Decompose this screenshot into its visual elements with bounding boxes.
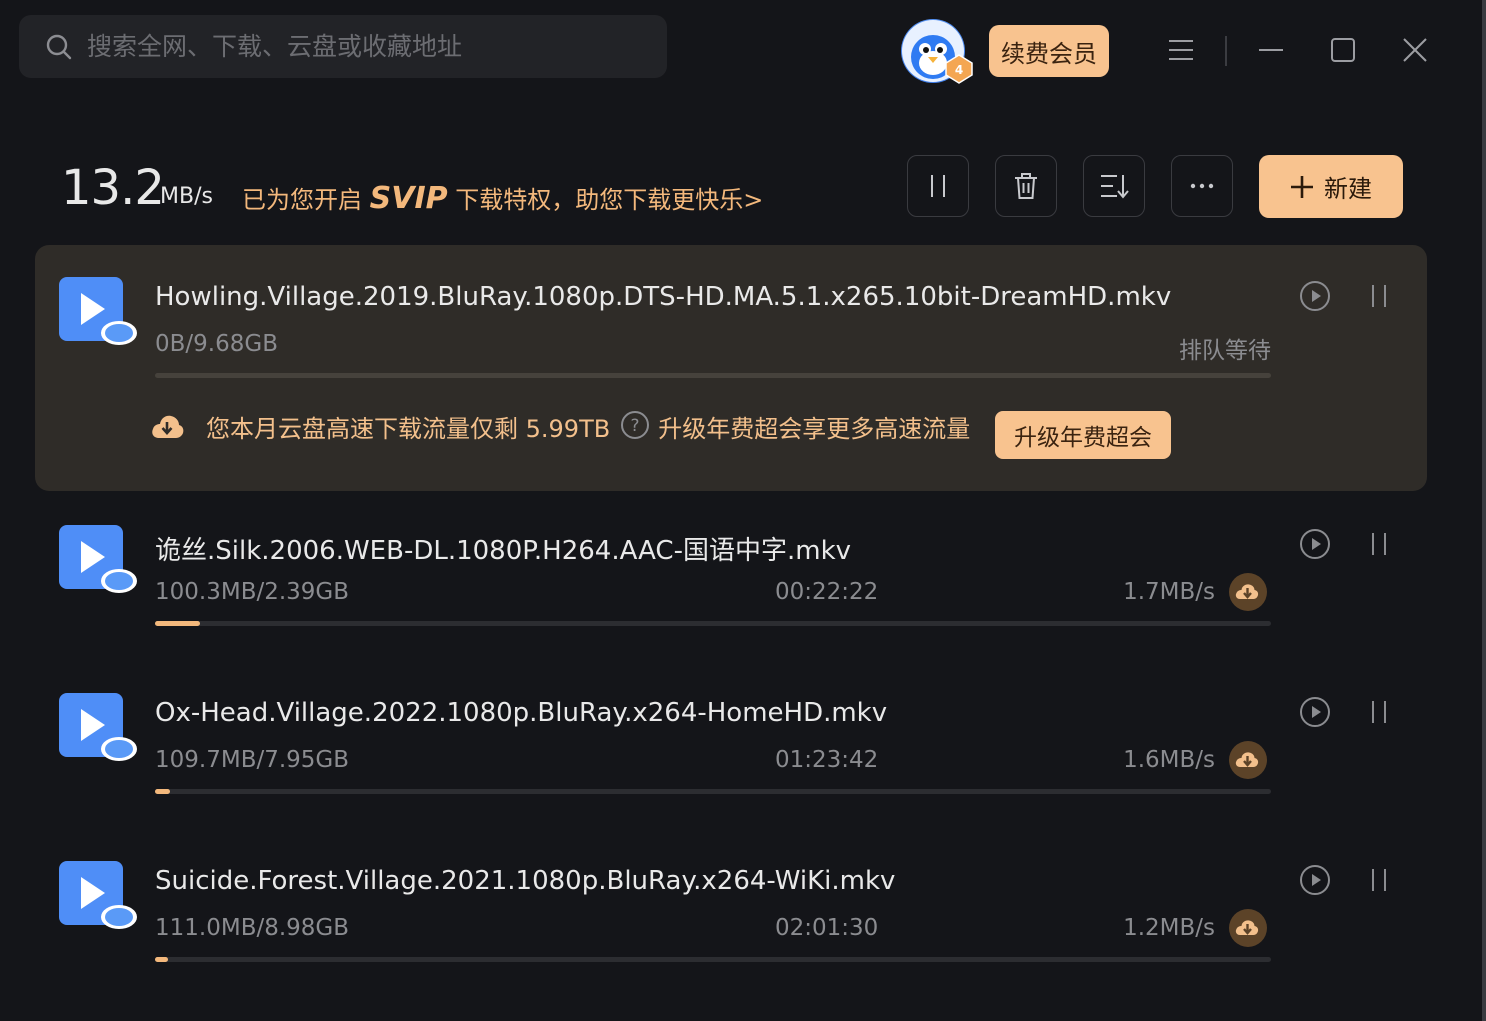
hamburger-menu-icon — [1169, 40, 1193, 60]
search-bar[interactable] — [19, 15, 667, 78]
minimize-icon — [1259, 49, 1283, 51]
pause-all-button[interactable] — [907, 155, 969, 217]
window-controls-divider — [1225, 36, 1227, 66]
menu-button[interactable] — [1161, 30, 1201, 70]
task-progress-bar — [155, 789, 1271, 794]
total-speed-value: 13.2 — [61, 160, 165, 216]
more-icon — [1190, 183, 1214, 189]
video-file-icon — [59, 693, 137, 761]
cloud-download-icon — [152, 415, 184, 438]
upgrade-annual-button[interactable]: 升级年费超会 — [995, 411, 1171, 459]
svip-suffix: 下载特权，助您下载更快乐> — [447, 186, 764, 214]
delete-button[interactable] — [995, 155, 1057, 217]
task-item[interactable]: Howling.Village.2019.BluRay.1080p.DTS-HD… — [35, 245, 1427, 491]
plus-icon — [1291, 175, 1313, 198]
video-file-icon — [59, 861, 137, 929]
maximize-icon — [1331, 38, 1355, 62]
search-icon — [46, 34, 72, 59]
task-progress-bar — [155, 621, 1271, 626]
play-icon — [1300, 529, 1330, 559]
play-icon — [1300, 865, 1330, 895]
pause-icon — [1372, 285, 1386, 307]
task-progress-bar — [155, 373, 1271, 378]
video-file-icon — [59, 525, 137, 593]
accelerated-download-icon — [1229, 909, 1267, 947]
svip-privilege-link[interactable]: 已为您开启 SVIP 下载特权，助您下载更快乐> — [242, 180, 763, 216]
task-remaining-time: 01:23:42 — [775, 747, 879, 773]
quota-text: 您本月云盘高速下载流量仅剩 5.99TB — [206, 415, 611, 443]
play-button[interactable] — [1295, 860, 1335, 900]
window-edge — [1482, 0, 1486, 1021]
task-remaining-time: 00:22:22 — [775, 579, 879, 605]
close-icon — [1403, 38, 1427, 62]
play-icon — [1300, 697, 1330, 727]
task-speed: 1.6MB/s — [1123, 747, 1215, 773]
task-size: 0B/9.68GB — [155, 331, 278, 357]
pause-button[interactable] — [1359, 692, 1399, 732]
play-button[interactable] — [1295, 692, 1335, 732]
vip-badge-icon: 4 — [944, 54, 974, 84]
task-progress-bar — [155, 957, 1271, 962]
maximize-button[interactable] — [1323, 30, 1363, 70]
task-size: 100.3MB/2.39GB — [155, 579, 350, 605]
help-icon[interactable]: ? — [620, 410, 650, 444]
search-input[interactable] — [85, 31, 629, 62]
play-button[interactable] — [1295, 524, 1335, 564]
task-speed: 1.2MB/s — [1123, 915, 1215, 941]
pause-icon — [1372, 869, 1386, 891]
task-remaining-time: 02:01:30 — [775, 915, 879, 941]
task-item[interactable]: Suicide.Forest.Village.2021.1080p.BluRay… — [35, 829, 1427, 997]
task-filename: 诡丝.Silk.2006.WEB-DL.1080P.H264.AAC-国语中字.… — [155, 536, 852, 566]
task-size: 109.7MB/7.95GB — [155, 747, 350, 773]
download-manager-window: 4 续费会员 13.2 MB/s 已为您开启 SVIP 下载特权，助您下载更快乐… — [0, 0, 1486, 1021]
pause-button[interactable] — [1359, 524, 1399, 564]
quota-upsell-text: 升级年费超会享更多高速流量 — [658, 415, 971, 443]
sort-icon — [1101, 175, 1129, 199]
pause-button[interactable] — [1359, 860, 1399, 900]
play-icon — [1300, 281, 1330, 311]
pause-icon — [1372, 701, 1386, 723]
task-progress-fill — [155, 621, 200, 626]
svg-text:?: ? — [631, 416, 640, 436]
accelerated-download-icon — [1229, 573, 1267, 611]
task-item[interactable]: 诡丝.Silk.2006.WEB-DL.1080P.H264.AAC-国语中字.… — [35, 493, 1427, 661]
trash-icon — [1015, 173, 1037, 199]
quota-notice: 您本月云盘高速下载流量仅剩 5.99TB ? 升级年费超会享更多高速流量 — [150, 409, 970, 444]
task-filename: Ox-Head.Village.2022.1080p.BluRay.x264-H… — [155, 698, 888, 728]
svip-word: SVIP — [369, 181, 448, 216]
svip-prefix: 已为您开启 — [242, 186, 370, 214]
task-filename: Howling.Village.2019.BluRay.1080p.DTS-HD… — [155, 282, 1172, 312]
minimize-button[interactable] — [1251, 30, 1291, 70]
task-progress-fill — [155, 957, 169, 962]
task-item[interactable]: Ox-Head.Village.2022.1080p.BluRay.x264-H… — [35, 661, 1427, 829]
task-speed: 1.7MB/s — [1123, 579, 1215, 605]
pause-icon — [931, 175, 945, 197]
task-filename: Suicide.Forest.Village.2021.1080p.BluRay… — [155, 866, 896, 896]
task-progress-fill — [155, 789, 170, 794]
play-button[interactable] — [1295, 276, 1335, 316]
task-size: 111.0MB/8.98GB — [155, 915, 350, 941]
svg-text:4: 4 — [955, 63, 963, 77]
new-task-button[interactable]: 新建 — [1259, 155, 1403, 218]
total-speed-unit: MB/s — [160, 184, 213, 209]
pause-icon — [1372, 533, 1386, 555]
video-file-icon — [59, 277, 137, 345]
task-status: 排队等待 — [1179, 338, 1271, 364]
pause-button[interactable] — [1359, 276, 1399, 316]
close-button[interactable] — [1395, 30, 1435, 70]
sort-button[interactable] — [1083, 155, 1145, 217]
accelerated-download-icon — [1229, 741, 1267, 779]
new-task-label: 新建 — [1324, 175, 1372, 203]
renew-membership-button[interactable]: 续费会员 — [989, 25, 1109, 77]
more-options-button[interactable] — [1171, 155, 1233, 217]
